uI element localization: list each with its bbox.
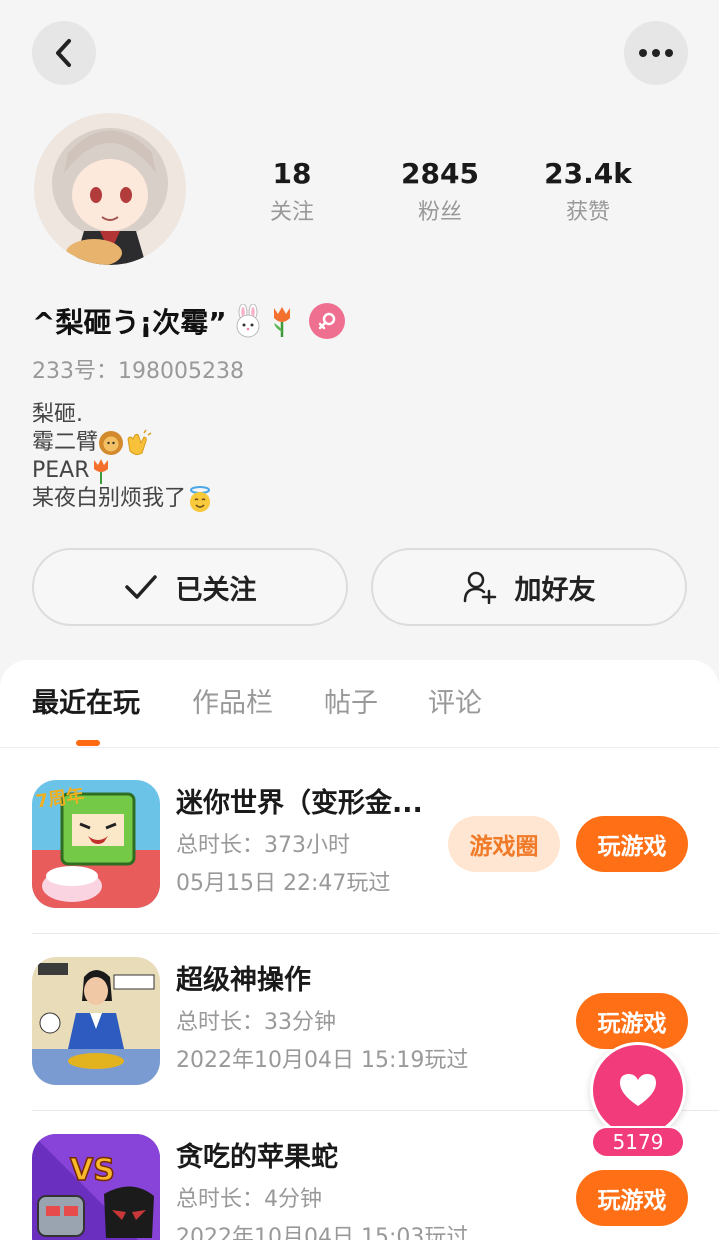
game-title: 迷你世界（变形金... (176, 788, 423, 819)
user-id: 233号：198005238 (32, 359, 244, 384)
play-game-button[interactable]: 玩游戏 (576, 993, 688, 1049)
bio-line: 某夜白别烦我了 (32, 486, 187, 511)
tab-bar: 最近在玩 作品栏 帖子 评论 (0, 660, 719, 748)
back-button[interactable] (32, 21, 96, 85)
rabbit-emoji-icon (233, 304, 263, 338)
back-arrow-icon (56, 39, 71, 67)
game-row[interactable]: 7周年 迷你世界（变形金... 总时长：373小时 05月15日 22:47玩过… (0, 758, 719, 934)
tulip-emoji-icon (93, 459, 108, 484)
avatar[interactable] (34, 113, 186, 265)
tulip-emoji-icon (269, 304, 295, 338)
bio-line: 霉二臂 (32, 430, 99, 455)
game-duration: 总时长：33分钟 (176, 1010, 336, 1035)
add-friend-button[interactable]: 加好友 (371, 548, 687, 626)
tab-posts[interactable]: 帖子 (324, 682, 378, 726)
game-icon-super-operation[interactable] (32, 957, 160, 1085)
username-row: ^梨砸う¡次霉” (32, 300, 345, 342)
game-icon-mini-world[interactable]: 7周年 (32, 780, 160, 908)
game-duration: 总时长：4分钟 (176, 1187, 322, 1212)
checkmark-icon (124, 575, 157, 599)
game-last-played: 2022年10月04日 15:19玩过 (176, 1048, 469, 1073)
stat-label: 获赞 (565, 200, 610, 225)
heart-icon (620, 1074, 656, 1106)
divider (32, 933, 719, 934)
stat-value: 2845 (401, 157, 479, 190)
username: ^梨砸う¡次霉” (32, 306, 227, 339)
stat-followers[interactable]: 2845 粉丝 (370, 156, 510, 230)
game-circle-button[interactable]: 游戏圈 (448, 816, 560, 872)
more-button[interactable] (624, 21, 688, 85)
bio-line: 梨砸. (32, 402, 83, 427)
svg-text:VS: VS (70, 1153, 115, 1188)
like-count-badge: 5179 (591, 1126, 685, 1158)
stat-value: 23.4k (544, 157, 632, 190)
play-game-button[interactable]: 玩游戏 (576, 816, 688, 872)
game-last-played: 05月15日 22:47玩过 (176, 871, 391, 896)
more-dots-icon (639, 49, 673, 57)
game-title: 超级神操作 (176, 965, 311, 996)
active-tab-indicator (76, 740, 100, 746)
game-icon-greedy-apple-snake[interactable]: VS (32, 1134, 160, 1240)
tab-works[interactable]: 作品栏 (192, 682, 273, 726)
followed-button-label: 已关注 (175, 574, 257, 606)
stat-likes[interactable]: 23.4k 获赞 (518, 156, 658, 230)
stat-value: 18 (272, 157, 312, 190)
add-friend-button-label: 加好友 (514, 574, 596, 606)
female-icon (308, 303, 345, 339)
lion-emoji-icon (99, 431, 124, 455)
game-title: 贪吃的苹果蛇 (176, 1142, 338, 1173)
followed-button[interactable]: 已关注 (32, 548, 348, 626)
bio: 梨砸. 霉二臂 PEAR 某夜白别烦我了 (32, 401, 214, 513)
clapping-hands-emoji-icon (127, 429, 152, 456)
angel-face-emoji-icon (190, 486, 211, 512)
floating-like-button[interactable] (590, 1042, 686, 1138)
tab-comments[interactable]: 评论 (428, 682, 482, 726)
tab-recently-played[interactable]: 最近在玩 (32, 682, 140, 726)
stat-label: 关注 (269, 200, 314, 225)
stat-following[interactable]: 18 关注 (222, 156, 362, 230)
bio-line: PEAR (32, 458, 90, 483)
stat-label: 粉丝 (417, 200, 462, 225)
game-last-played: 2022年10月04日 15:03玩过 (176, 1225, 469, 1240)
play-game-button[interactable]: 玩游戏 (576, 1170, 688, 1226)
add-user-icon (463, 571, 496, 604)
game-duration: 总时长：373小时 (176, 833, 350, 858)
